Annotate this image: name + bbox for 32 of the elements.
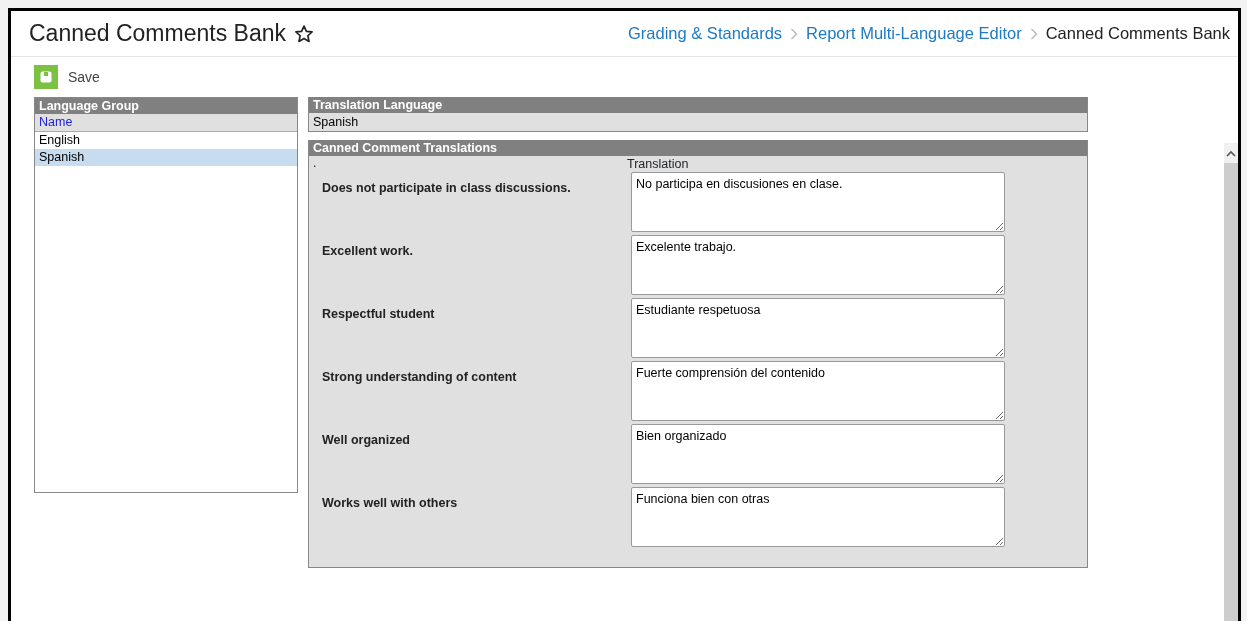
comment-label: Excellent work. [321,243,414,260]
translation-field[interactable]: Fuerte comprensión del contenido [631,361,1005,421]
scrollbar[interactable] [1224,143,1238,621]
comment-label: Works well with others [321,495,459,512]
panel-header: Translation Language [309,97,1087,113]
favorite-star-icon[interactable] [293,24,314,45]
chevron-icon [790,28,799,41]
translation-field[interactable]: Excelente trabajo. [631,235,1005,295]
comment-label: Strong understanding of content [321,369,518,386]
column-header: . [312,156,318,172]
translation-field[interactable]: No participa en discusiones en clase. [631,172,1005,232]
column-header: Translation [627,156,689,172]
column-header[interactable]: Name [35,114,297,132]
chevron-icon [1029,28,1038,41]
comment-label: Well organized [321,432,411,449]
list-item[interactable]: Spanish [35,149,297,166]
translation-field[interactable]: Funciona bien con otras [631,487,1005,547]
translation-field[interactable]: Bien organizado [631,424,1005,484]
panel-header: Canned Comment Translations [309,140,1087,156]
save-icon [40,71,52,83]
field-value: Spanish [312,114,360,131]
comment-label: Respectful student [321,306,436,323]
save-button[interactable]: Save [34,65,100,89]
comment-label: Does not participate in class discussions. [321,180,572,197]
breadcrumb-current: Canned Comments Bank [1045,23,1230,45]
scroll-up-icon[interactable] [1226,149,1236,157]
breadcrumb-link[interactable]: Report Multi-Language Editor [806,21,1022,46]
translation-field[interactable]: Estudiante respetuosa [631,298,1005,358]
panel-header: Language Group [35,98,297,114]
breadcrumb-link[interactable]: Grading & Standards [628,21,783,46]
page-title: Canned Comments Bank [29,19,286,48]
list-item[interactable]: English [35,132,297,149]
